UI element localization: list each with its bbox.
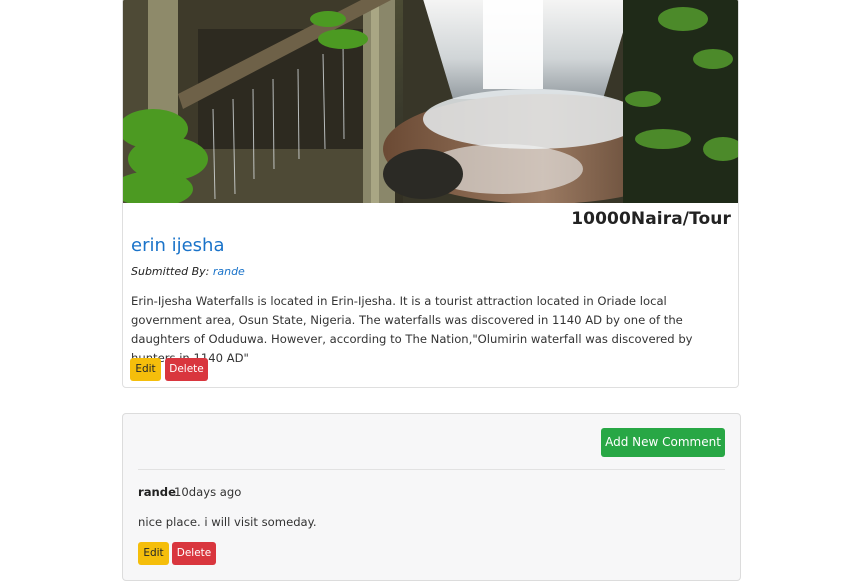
edit-comment-button[interactable]: Edit: [138, 542, 169, 565]
author-link[interactable]: rande: [213, 265, 245, 278]
price-per-tour: 10000Naira/Tour: [571, 209, 731, 229]
waterfall-photo: [123, 0, 738, 203]
submitted-by-label: Submitted By:: [131, 265, 210, 278]
campground-description: Erin-Ijesha Waterfalls is located in Eri…: [131, 294, 693, 365]
comment-author: rande: [138, 485, 176, 499]
add-comment-button[interactable]: Add New Comment: [601, 428, 725, 457]
comment-text: nice place. i will visit someday.: [138, 515, 317, 529]
campground-title[interactable]: erin ijesha: [131, 235, 225, 256]
delete-campground-button[interactable]: Delete: [165, 358, 208, 381]
edit-campground-button[interactable]: Edit: [130, 358, 161, 381]
comment-timestamp: 10days ago: [174, 485, 242, 499]
campground-card: 10000Naira/Tour erin ijesha Submitted By…: [122, 0, 739, 388]
delete-comment-button[interactable]: Delete: [172, 542, 216, 565]
comments-divider: [138, 469, 725, 470]
submitted-by: Submitted By: rande: [131, 265, 245, 278]
comments-card: Add New Comment rande 10days ago nice pl…: [122, 413, 741, 581]
